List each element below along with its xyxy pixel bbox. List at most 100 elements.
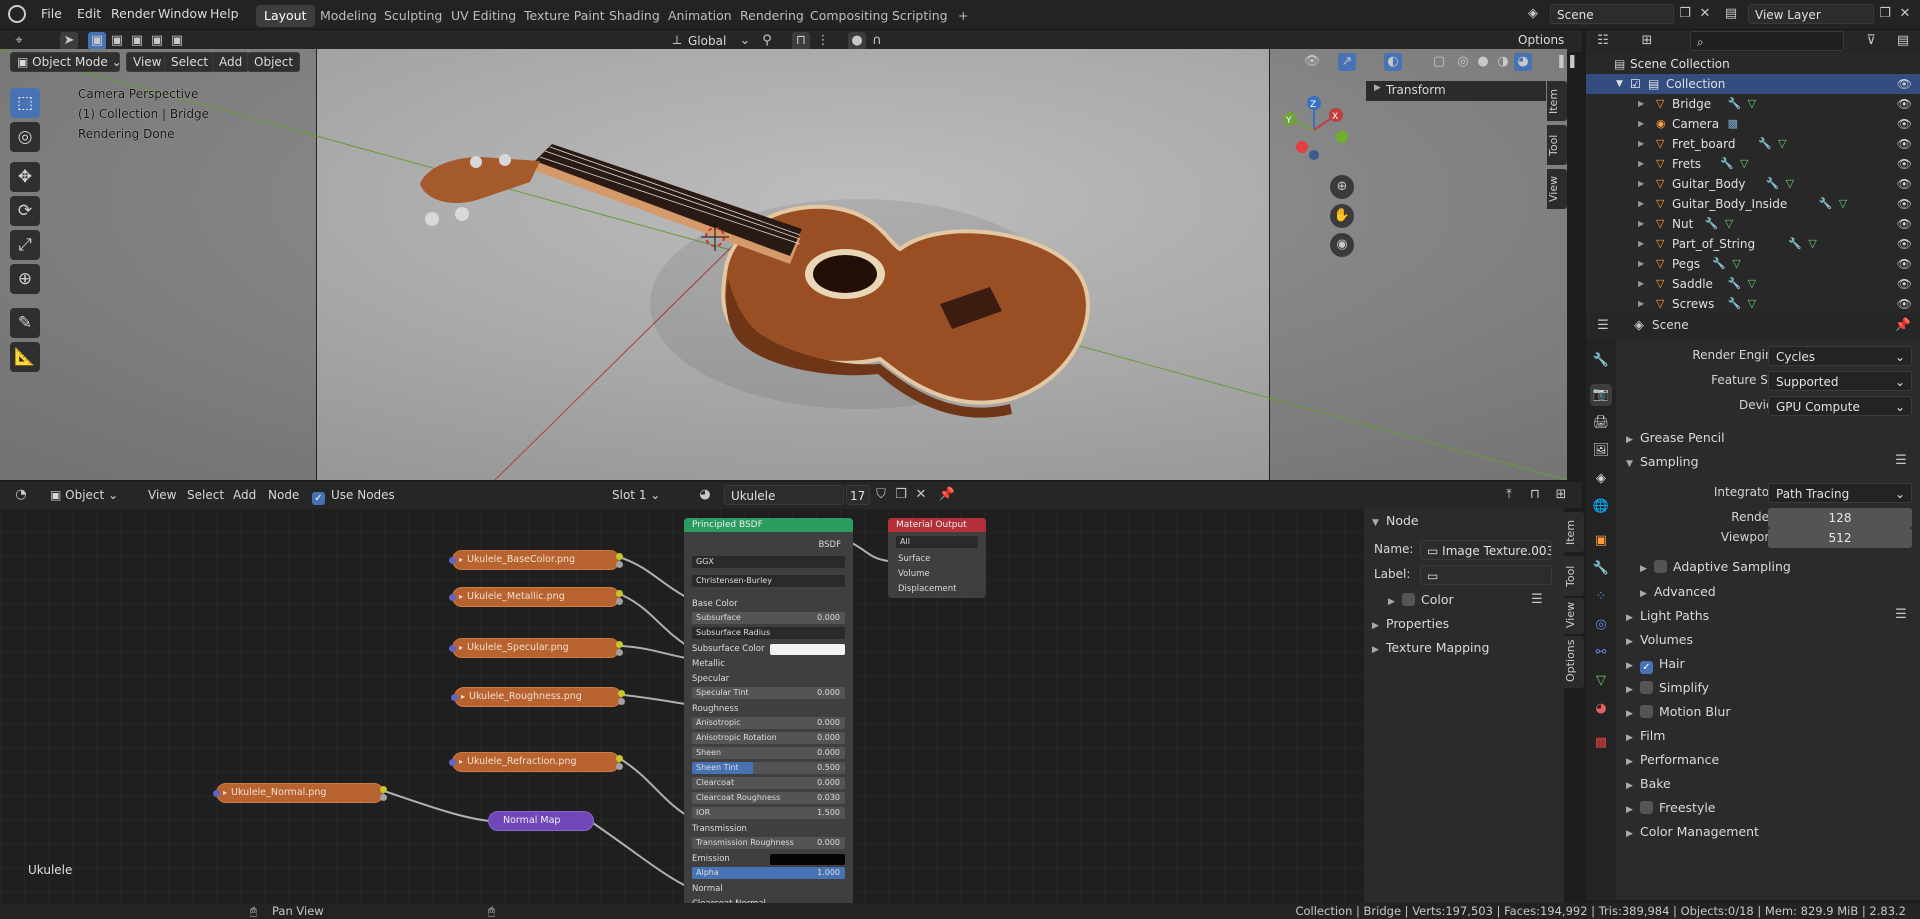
section-hair[interactable]: ▶ ✓ Hair	[1626, 656, 1685, 674]
sidebar-tab-view[interactable]: View	[1547, 169, 1567, 209]
bsdf-input-field[interactable]: Sheen Tint 0.500	[692, 762, 845, 774]
section-bake[interactable]: ▶ Bake	[1626, 776, 1671, 791]
blender-logo-icon[interactable]	[8, 5, 26, 23]
input-socket[interactable]	[451, 694, 458, 701]
eye-icon[interactable]: 👁	[1897, 94, 1912, 114]
shading-material-icon[interactable]: ◑	[1494, 53, 1512, 71]
slot-dropdown[interactable]: Slot 1 ⌄	[612, 486, 660, 504]
eye-icon[interactable]: 👁	[1897, 214, 1912, 234]
menu-edit[interactable]: Edit	[70, 0, 108, 28]
principled-bsdf-node[interactable]: Principled BSDF BSDF GGX Christensen-Bur…	[684, 518, 853, 908]
tab-compositing[interactable]: Compositing	[802, 5, 896, 27]
freestyle-checkbox[interactable]	[1640, 801, 1653, 814]
outliner-search-input[interactable]: ⌕	[1690, 31, 1844, 51]
particles-tab-icon[interactable]: ⁘	[1590, 586, 1612, 608]
render-tab-icon[interactable]: 📷	[1590, 384, 1612, 406]
bsdf-input-field[interactable]: Sheen 0.000	[692, 747, 845, 759]
eye-icon[interactable]: 👁	[1897, 194, 1912, 214]
select-new-icon[interactable]: ▣	[88, 32, 106, 50]
node-tab-tool[interactable]: Tool	[1564, 556, 1584, 596]
bsdf-input-field[interactable]: Subsurface 0.000	[692, 612, 845, 624]
zoom-icon[interactable]: ⊕	[1330, 175, 1354, 199]
properties-editor-icon[interactable]: ☰	[1594, 317, 1612, 335]
list-icon[interactable]: ☰	[1528, 591, 1546, 609]
emission-color-swatch[interactable]	[770, 854, 845, 865]
outliner-item[interactable]: ▶ ◉ Camera 👁 ▩	[1586, 114, 1920, 134]
menu-help[interactable]: Help	[203, 0, 246, 28]
list-icon[interactable]: ☰	[1892, 452, 1910, 470]
parent-node-tree-icon[interactable]: ⤒	[1500, 486, 1518, 504]
node-menu-node[interactable]: Node	[268, 486, 299, 504]
pin-icon[interactable]: 📌	[1894, 317, 1912, 335]
node-tab-view[interactable]: View	[1564, 598, 1584, 634]
select-subtract-icon[interactable]: ▣	[128, 32, 146, 50]
add-workspace-icon[interactable]: +	[950, 5, 976, 27]
output-socket[interactable]	[616, 755, 623, 762]
outliner-item[interactable]: ▶ ▽ Frets 👁 🔧 ▽	[1586, 154, 1920, 174]
output-socket[interactable]	[616, 598, 623, 605]
pause-render-icon[interactable]: ❚❚	[1556, 53, 1578, 71]
input-socket[interactable]	[449, 557, 456, 564]
outliner-scene-collection[interactable]: ▤ Scene Collection	[1586, 54, 1920, 74]
image-texture-node[interactable]: Ukulele_Metallic.png	[449, 587, 623, 607]
eye-icon[interactable]: 👁	[1897, 254, 1912, 274]
tab-scripting[interactable]: Scripting	[884, 5, 956, 27]
editor-type-icon[interactable]: ⌖	[10, 32, 28, 50]
rotate-tool-icon[interactable]: ⟳	[10, 196, 40, 226]
new-collection-icon[interactable]: ▤	[1894, 32, 1912, 50]
sidebar-tab-tool[interactable]: Tool	[1547, 125, 1567, 165]
select-invert-icon[interactable]: ▣	[148, 32, 166, 50]
pan-hand-icon[interactable]: ✋	[1330, 204, 1354, 228]
bsdf-input-field[interactable]: IOR 1.500	[692, 807, 845, 819]
outliner-item[interactable]: ▶ ▽ Saddle 👁 🔧 ▽	[1586, 274, 1920, 294]
scene-icon[interactable]: ◈	[1524, 5, 1542, 23]
snap-icon[interactable]: ⊓	[792, 32, 810, 50]
integrator-dropdown[interactable]: Path Tracing ⌄	[1768, 483, 1912, 503]
tool-tab-icon[interactable]: 🔧	[1590, 350, 1612, 372]
output-socket[interactable]	[616, 561, 623, 568]
select-intersect-icon[interactable]: ▣	[168, 32, 186, 50]
falloff-icon[interactable]: ∩	[868, 32, 886, 50]
chevron-right-icon[interactable]: ▶	[1638, 94, 1644, 114]
feature-set-dropdown[interactable]: Supported ⌄	[1768, 371, 1912, 391]
pivot-icon[interactable]: ⚲	[758, 32, 776, 50]
device-dropdown[interactable]: GPU Compute ⌄	[1768, 396, 1912, 416]
measure-tool-icon[interactable]: 📐	[10, 342, 40, 372]
options-dropdown[interactable]: Options	[1512, 31, 1570, 51]
visibility-icon[interactable]: 👁	[1303, 53, 1321, 71]
physics-tab-icon[interactable]: ◎	[1590, 614, 1612, 636]
eye-icon[interactable]: 👁	[1897, 154, 1912, 174]
bsdf-input-field[interactable]: Anisotropic Rotation 0.000	[692, 732, 845, 744]
image-texture-node[interactable]: Ukulele_Specular.png	[449, 638, 623, 658]
output-socket[interactable]	[618, 698, 625, 705]
data-tab-icon[interactable]: ▽	[1590, 670, 1612, 692]
section-node[interactable]: ▼ Node	[1372, 513, 1419, 528]
bsdf-input-field[interactable]: Specular Tint 0.000	[692, 687, 845, 699]
select-tool-icon[interactable]: ➤	[60, 32, 78, 50]
simplify-checkbox[interactable]	[1640, 681, 1653, 694]
bsdf-input-socket[interactable]: Specular	[692, 673, 729, 686]
viewport-menu-select[interactable]: Select	[164, 52, 216, 72]
image-texture-node[interactable]: Ukulele_Roughness.png	[451, 687, 625, 707]
color-checkbox[interactable]	[1402, 593, 1415, 606]
bsdf-input-socket[interactable]: Base Color	[692, 598, 738, 611]
bsdf-input-field[interactable]: Anisotropic 0.000	[692, 717, 845, 729]
bsdf-input-socket[interactable]: Transmission	[692, 823, 747, 836]
transform-tool-icon[interactable]: ⊕	[10, 264, 40, 294]
input-socket[interactable]	[213, 790, 220, 797]
world-tab-icon[interactable]: 🌐	[1590, 496, 1612, 518]
image-texture-node[interactable]: Ukulele_BaseColor.png	[449, 550, 623, 570]
object-tab-icon[interactable]: ▣	[1590, 530, 1612, 552]
new-scene-icon[interactable]: ❐	[1676, 5, 1694, 23]
snap-target-icon[interactable]: ⋮	[814, 32, 832, 50]
cursor-tool-icon[interactable]: ◎	[10, 122, 40, 152]
output-surface-socket[interactable]: Surface	[898, 554, 930, 564]
node-menu-add[interactable]: Add	[233, 486, 256, 504]
modifier-tab-icon[interactable]: 🔧	[1590, 558, 1612, 580]
chevron-right-icon[interactable]: ▶	[1638, 114, 1644, 134]
subsurface-color-swatch[interactable]	[770, 644, 845, 655]
output-displacement-socket[interactable]: Displacement	[898, 584, 956, 594]
output-socket[interactable]	[616, 763, 623, 770]
annotate-tool-icon[interactable]: ✎	[10, 308, 40, 338]
motion-blur-checkbox[interactable]	[1640, 705, 1653, 718]
